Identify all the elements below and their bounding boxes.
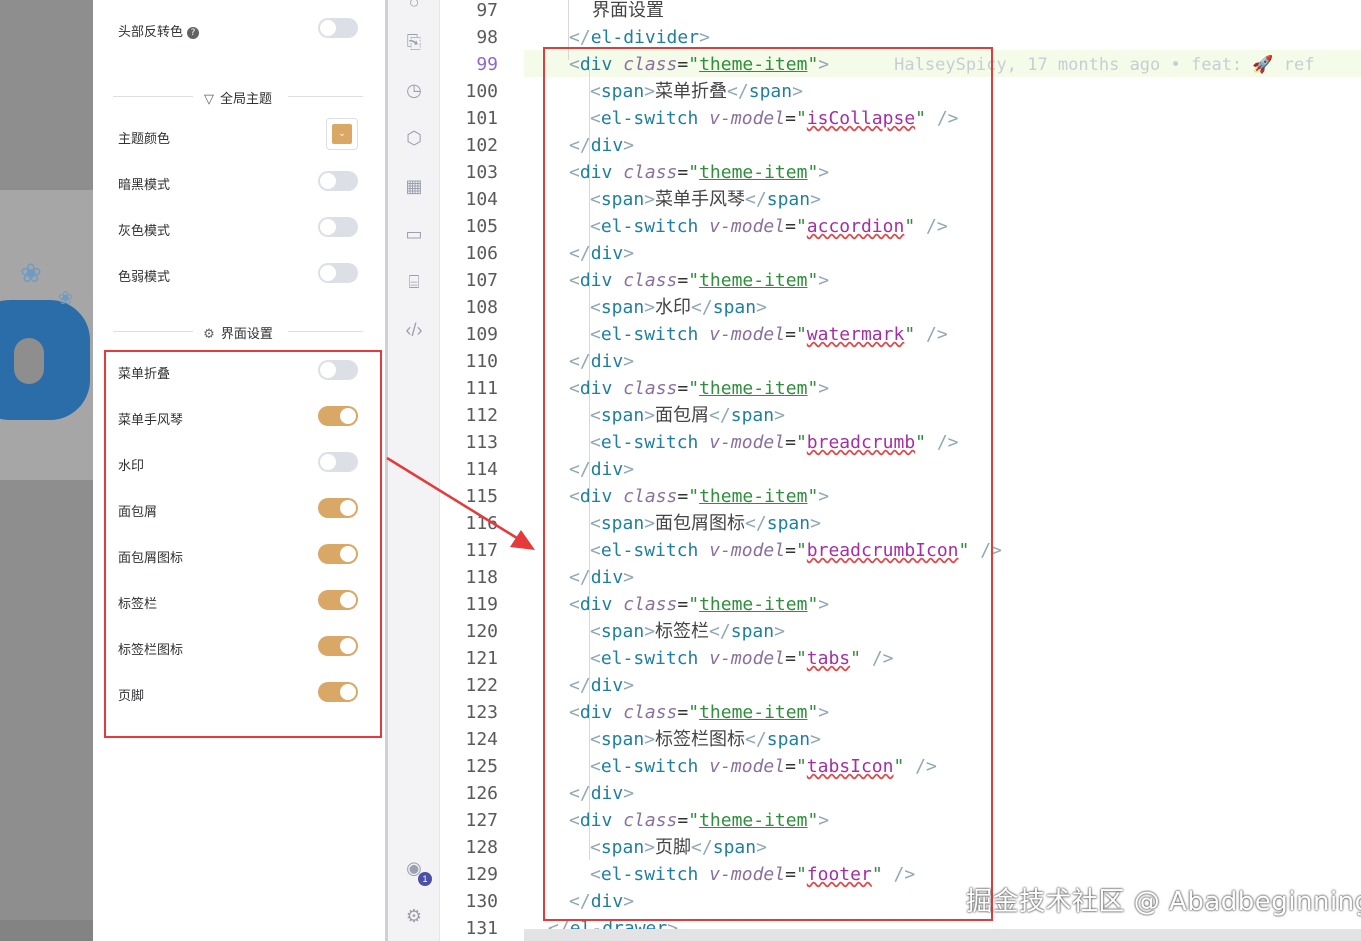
folder-icon[interactable]: ▭: [402, 222, 426, 246]
flower-icon: ❀: [20, 258, 42, 288]
backdrop-footer: [0, 920, 93, 941]
line-number: 108: [465, 297, 498, 318]
flower-icon: ❀: [58, 288, 74, 308]
code-token: 界面设置: [592, 0, 664, 21]
settings-drawer: 头部反转色? ▽ 全局主题 主题颜色 ⌄ 暗黑模式 灰色模式 色弱模式 ⚙ 界面设置…: [93, 0, 385, 941]
header-inverted-switch[interactable]: [318, 18, 358, 38]
line-number: 98: [476, 27, 498, 48]
line-number: 118: [465, 567, 498, 588]
line-number: 127: [465, 810, 498, 831]
annotation-highlight-box: [543, 47, 993, 921]
account-icon[interactable]: ◉: [402, 856, 432, 886]
line-number: 100: [465, 81, 498, 102]
theme-filter-icon: ▽: [203, 92, 214, 107]
weak-mode-row: 色弱模式: [118, 262, 358, 286]
gray-mode-label: 灰色模式: [118, 224, 171, 239]
chevron-down-icon: ⌄: [332, 124, 352, 144]
theme-color-label: 主题颜色: [118, 132, 171, 147]
line-number: 105: [465, 216, 498, 237]
line-number: 104: [465, 189, 498, 210]
ui-settings-title: 界面设置: [220, 327, 273, 342]
code-line: 界面设置: [592, 0, 664, 24]
annotation-arrow: [386, 456, 535, 550]
theme-color-row: 主题颜色 ⌄: [118, 118, 358, 150]
line-number: 107: [465, 270, 498, 291]
line-number: 103: [465, 162, 498, 183]
help-icon[interactable]: ?: [187, 27, 200, 39]
ui-settings-divider: ⚙ 界面设置: [113, 321, 363, 342]
horizontal-scrollbar[interactable]: [524, 929, 1361, 941]
weak-mode-label: 色弱模式: [118, 270, 171, 285]
gray-mode-switch[interactable]: [318, 217, 358, 237]
gear-icon: ⚙: [203, 327, 215, 342]
line-number: 122: [465, 675, 498, 696]
line-number: 111: [465, 378, 498, 399]
theme-color-picker[interactable]: ⌄: [326, 118, 358, 150]
dark-mode-switch[interactable]: [318, 171, 358, 191]
line-number: 110: [465, 351, 498, 372]
code-icon[interactable]: ‹/›: [402, 318, 426, 342]
timeline-icon[interactable]: ◷: [402, 78, 426, 102]
line-number: 99: [476, 54, 498, 75]
global-theme-title: 全局主题: [219, 92, 272, 107]
line-number: 101: [465, 108, 498, 129]
line-number: 124: [465, 729, 498, 750]
database-icon[interactable]: ⌸: [402, 270, 426, 294]
line-number: 125: [465, 756, 498, 777]
code-token: </: [569, 27, 591, 48]
line-number: 128: [465, 837, 498, 858]
line-number: 131: [465, 918, 498, 939]
dark-mode-label: 暗黑模式: [118, 178, 171, 193]
line-number: 109: [465, 324, 498, 345]
line-number: 112: [465, 405, 498, 426]
header-inverted-row: 头部反转色?: [118, 17, 358, 41]
annotation-highlight-box: [104, 350, 382, 738]
line-number: 102: [465, 135, 498, 156]
line-number: 130: [465, 891, 498, 912]
line-number: 126: [465, 783, 498, 804]
header-inverted-label: 头部反转色: [118, 25, 184, 40]
code-token: el-divider: [590, 27, 700, 48]
line-number: 97: [476, 0, 498, 21]
line-number: 119: [465, 594, 498, 615]
extensions-icon[interactable]: ⬡: [402, 126, 426, 150]
global-theme-divider: ▽ 全局主题: [113, 86, 363, 107]
translate-icon[interactable]: ⎘: [402, 30, 426, 54]
backdrop-logo-hole: [14, 338, 44, 384]
weak-mode-switch[interactable]: [318, 263, 358, 283]
app-backdrop: ❀ ❀: [0, 0, 93, 941]
dark-mode-row: 暗黑模式: [118, 170, 358, 194]
line-number: 129: [465, 864, 498, 885]
gray-mode-row: 灰色模式: [118, 216, 358, 240]
watermark-text: 掘金技术社区 @ Abadbeginning: [966, 887, 1361, 917]
docker-icon[interactable]: ▦: [402, 174, 426, 198]
line-number: 106: [465, 243, 498, 264]
code-token: >: [699, 27, 710, 48]
line-number: 113: [465, 432, 498, 453]
search-icon[interactable]: ○: [402, 0, 426, 14]
settings-gear-icon[interactable]: ⚙: [402, 904, 426, 928]
line-number: 120: [465, 621, 498, 642]
line-number: 121: [465, 648, 498, 669]
line-number: 123: [465, 702, 498, 723]
